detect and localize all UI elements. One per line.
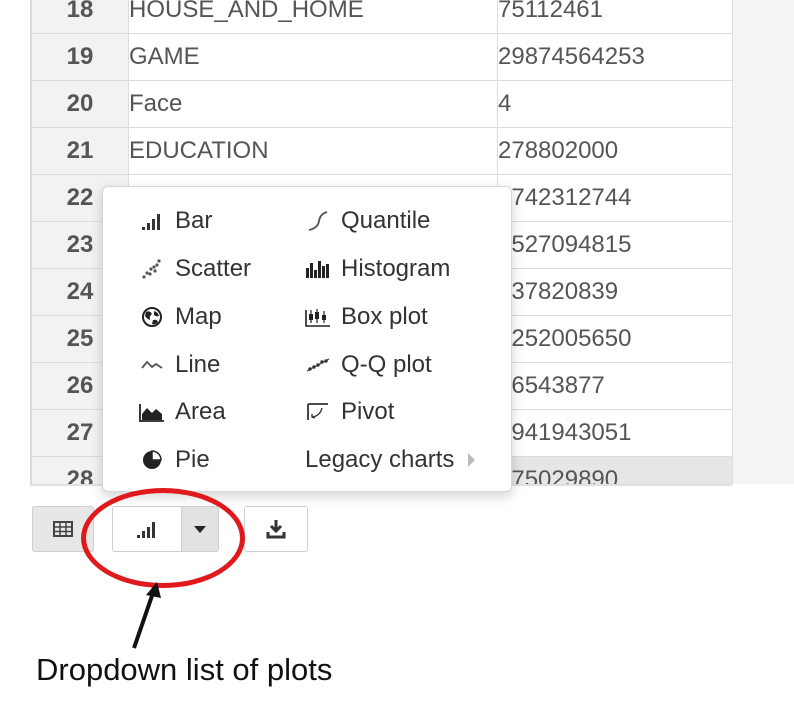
menu-item-label: Pivot (341, 398, 395, 425)
chevron-right-icon (468, 453, 476, 467)
scatter-icon (139, 258, 165, 280)
menu-item-label: Pie (175, 446, 210, 473)
row-index-cell: 21 (31, 127, 129, 175)
highlight-ellipse (81, 488, 245, 588)
box-plot-icon (305, 306, 331, 328)
menu-item-label: Box plot (341, 303, 428, 330)
value-cell: 278802000 (497, 127, 733, 175)
category-cell: GAME (128, 33, 498, 81)
download-button[interactable] (244, 506, 308, 552)
menu-item-bar[interactable]: Bar (139, 206, 212, 236)
value-cell: 4252005650 (497, 315, 733, 363)
menu-item-label: Histogram (341, 255, 451, 282)
menu-item-label: Scatter (175, 255, 252, 282)
menu-item-pivot[interactable]: Pivot (305, 397, 394, 427)
table-scroll-gutter (732, 0, 794, 484)
menu-item-legacy-charts[interactable]: Legacy charts (305, 445, 476, 475)
category-cell: Face (128, 80, 498, 128)
menu-item-label: Bar (175, 207, 213, 234)
row-index-cell: 20 (31, 80, 129, 128)
category-cell: EDUCATION (128, 127, 498, 175)
value-cell: 75112461 (497, 0, 733, 34)
menu-item-scatter[interactable]: Scatter (139, 254, 251, 284)
menu-item-label: Legacy charts (305, 446, 455, 473)
table-row: 19 GAME 29874564253 (31, 33, 733, 81)
value-cell: 2742312744 (497, 174, 733, 222)
globe-icon (139, 306, 165, 328)
value-cell: 4941943051 (497, 409, 733, 457)
menu-item-label: Area (175, 398, 226, 425)
annotation-label: Dropdown list of plots (36, 652, 333, 687)
table-row: 20 Face 4 (31, 80, 733, 128)
area-chart-icon (139, 401, 165, 423)
category-cell: HOUSE_AND_HOME (128, 0, 498, 34)
bar-chart-icon (139, 210, 165, 232)
annotation-arrow-icon (132, 582, 161, 649)
table-icon (53, 521, 73, 537)
menu-item-area[interactable]: Area (139, 397, 226, 427)
value-cell: 4 (497, 80, 733, 128)
quantile-icon (305, 210, 331, 232)
value-cell: 29874564253 (497, 33, 733, 81)
menu-item-histogram[interactable]: Histogram (305, 254, 450, 284)
value-cell: 437820839 (497, 268, 733, 316)
menu-item-qq-plot[interactable]: Q-Q plot (305, 350, 432, 380)
histogram-icon (305, 258, 331, 280)
qq-plot-icon (305, 354, 331, 376)
pie-chart-icon (139, 449, 165, 471)
menu-item-map[interactable]: Map (139, 302, 222, 332)
menu-item-pie[interactable]: Pie (139, 445, 210, 475)
value-cell: 3527094815 (497, 221, 733, 269)
pivot-icon (305, 401, 331, 423)
menu-item-label: Map (175, 303, 222, 330)
table-row: 21 EDUCATION 278802000 (31, 127, 733, 175)
chart-type-dropdown-menu: Bar Scatter Map Line Area Pie Quantile H… (102, 186, 512, 492)
row-index-cell: 19 (31, 33, 129, 81)
line-chart-icon (139, 354, 165, 376)
menu-item-label: Line (175, 351, 221, 378)
menu-item-line[interactable]: Line (139, 350, 220, 380)
menu-item-quantile[interactable]: Quantile (305, 206, 430, 236)
row-index-cell: 18 (31, 0, 129, 34)
menu-item-label: Quantile (341, 207, 431, 234)
table-row: 18 HOUSE_AND_HOME 75112461 (31, 0, 733, 34)
menu-item-label: Q-Q plot (341, 351, 432, 378)
download-icon (266, 520, 286, 539)
menu-item-box-plot[interactable]: Box plot (305, 302, 428, 332)
value-cell: 175029890 (497, 456, 733, 484)
value-cell: 46543877 (497, 362, 733, 410)
